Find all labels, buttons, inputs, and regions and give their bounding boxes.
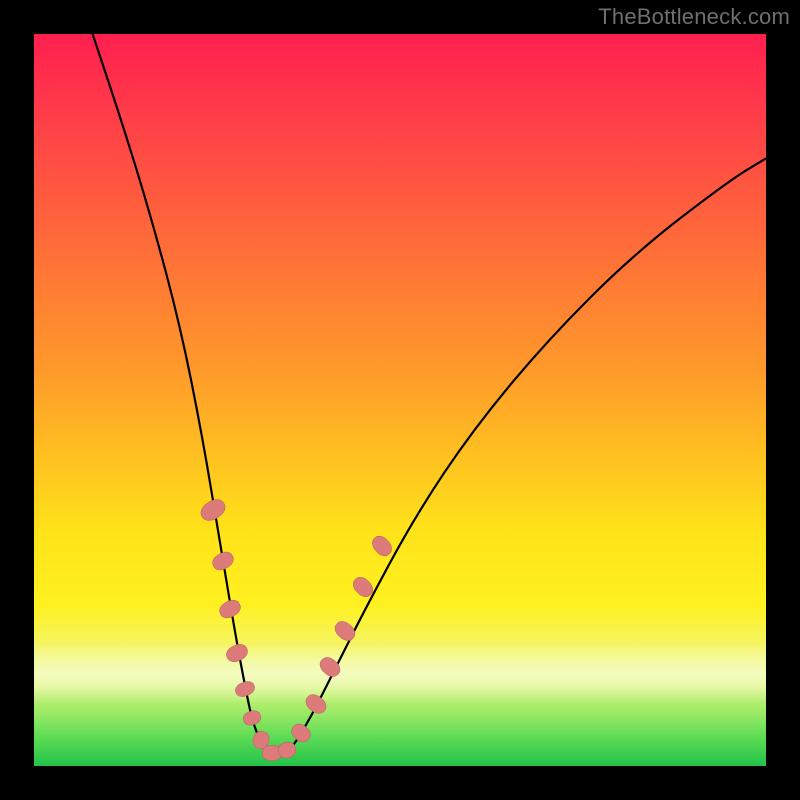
- chart-frame: TheBottleneck.com: [0, 0, 800, 800]
- watermark-text: TheBottleneck.com: [598, 4, 790, 30]
- plot-area: [34, 34, 766, 766]
- bottleneck-curve: [34, 34, 766, 766]
